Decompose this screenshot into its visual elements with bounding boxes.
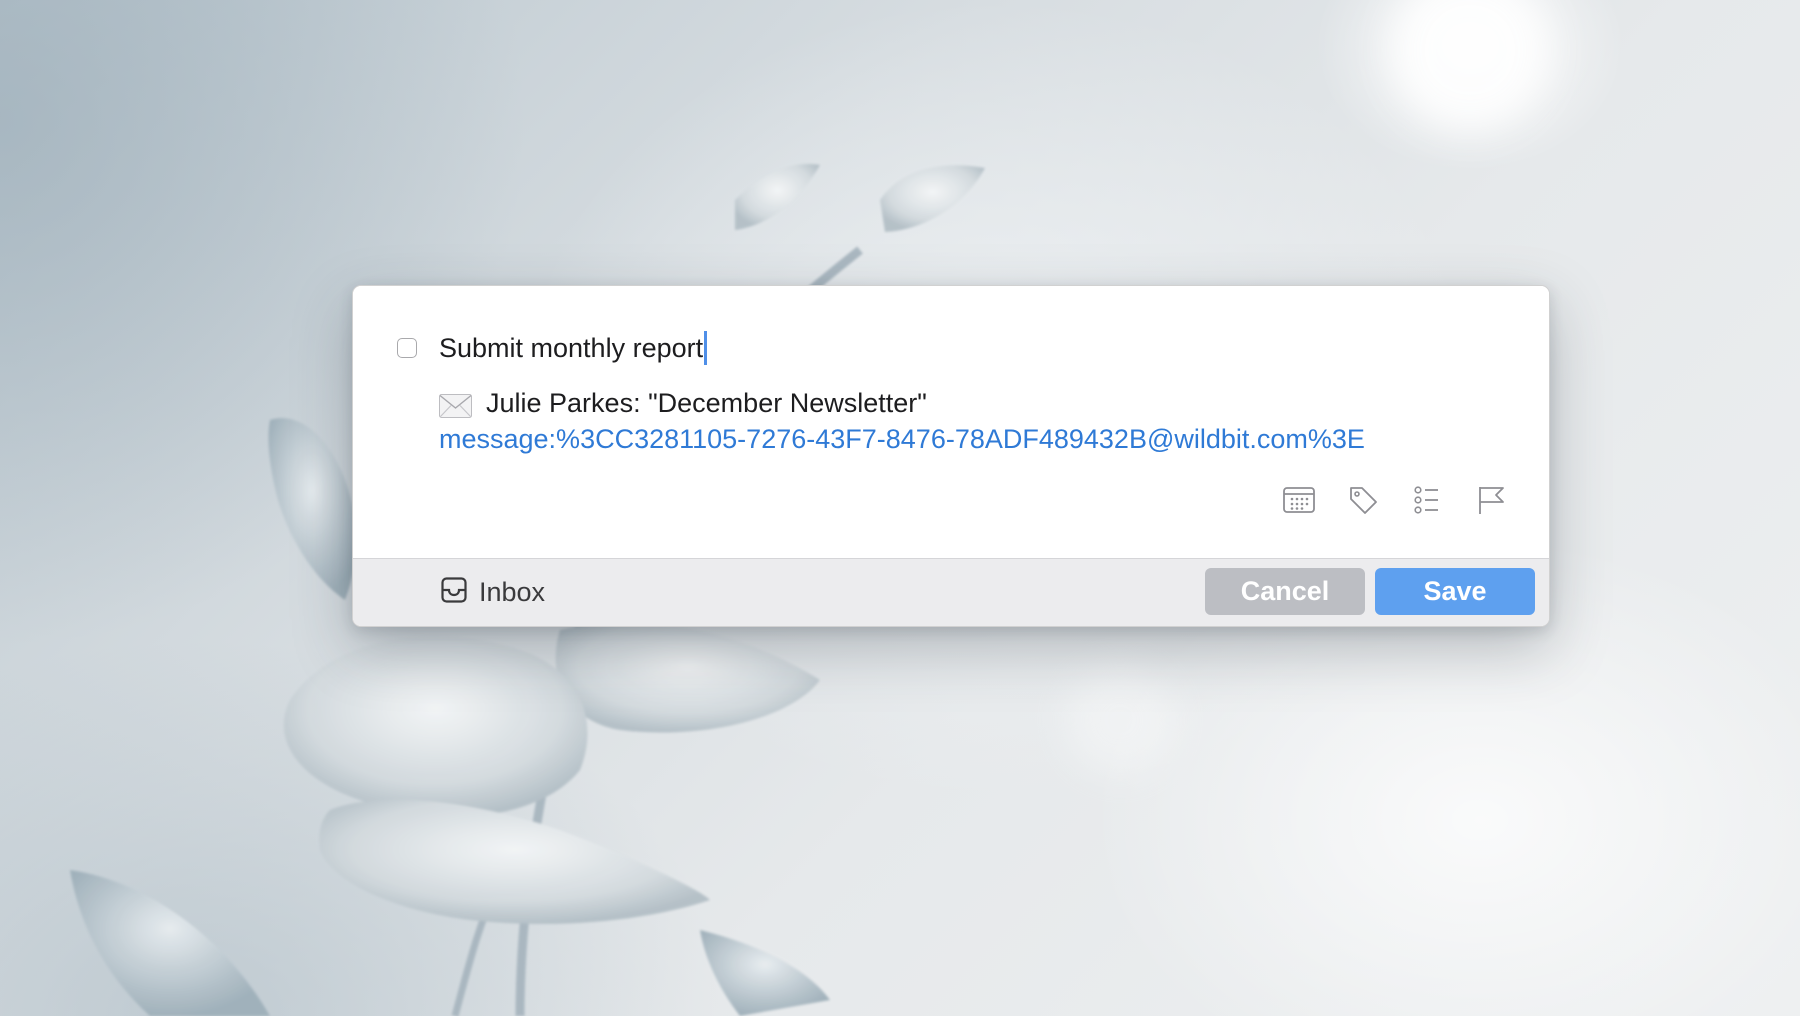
inbox-icon — [441, 576, 467, 608]
desktop-background: Submit monthly report Julie Parkes: "Dec… — [0, 0, 1800, 1016]
calendar-icon[interactable] — [1281, 482, 1317, 518]
cancel-button[interactable]: Cancel — [1205, 568, 1365, 615]
dialog-body: Submit monthly report Julie Parkes: "Dec… — [353, 286, 1549, 559]
task-note[interactable]: Julie Parkes: "December Newsletter" — [439, 385, 927, 421]
flag-icon[interactable] — [1473, 482, 1509, 518]
quick-entry-dialog: Submit monthly report Julie Parkes: "Dec… — [352, 285, 1550, 627]
task-checkbox[interactable] — [397, 338, 417, 358]
list-picker[interactable]: Inbox — [441, 573, 545, 611]
dialog-footer: Inbox Cancel Save — [353, 558, 1549, 626]
save-button[interactable]: Save — [1375, 568, 1535, 615]
message-link[interactable]: message:%3CC3281105-7276-43F7-8476-78ADF… — [439, 421, 1365, 457]
task-toolbar — [1281, 482, 1509, 518]
envelope-icon — [439, 391, 472, 418]
list-label: Inbox — [479, 576, 546, 607]
task-title-field[interactable]: Submit monthly report — [439, 329, 708, 367]
tag-icon[interactable] — [1345, 482, 1381, 518]
checklist-icon[interactable] — [1409, 482, 1445, 518]
text-caret — [704, 331, 708, 365]
note-text: Julie Parkes: "December Newsletter" — [486, 388, 927, 418]
task-title-text: Submit monthly report — [439, 333, 704, 363]
